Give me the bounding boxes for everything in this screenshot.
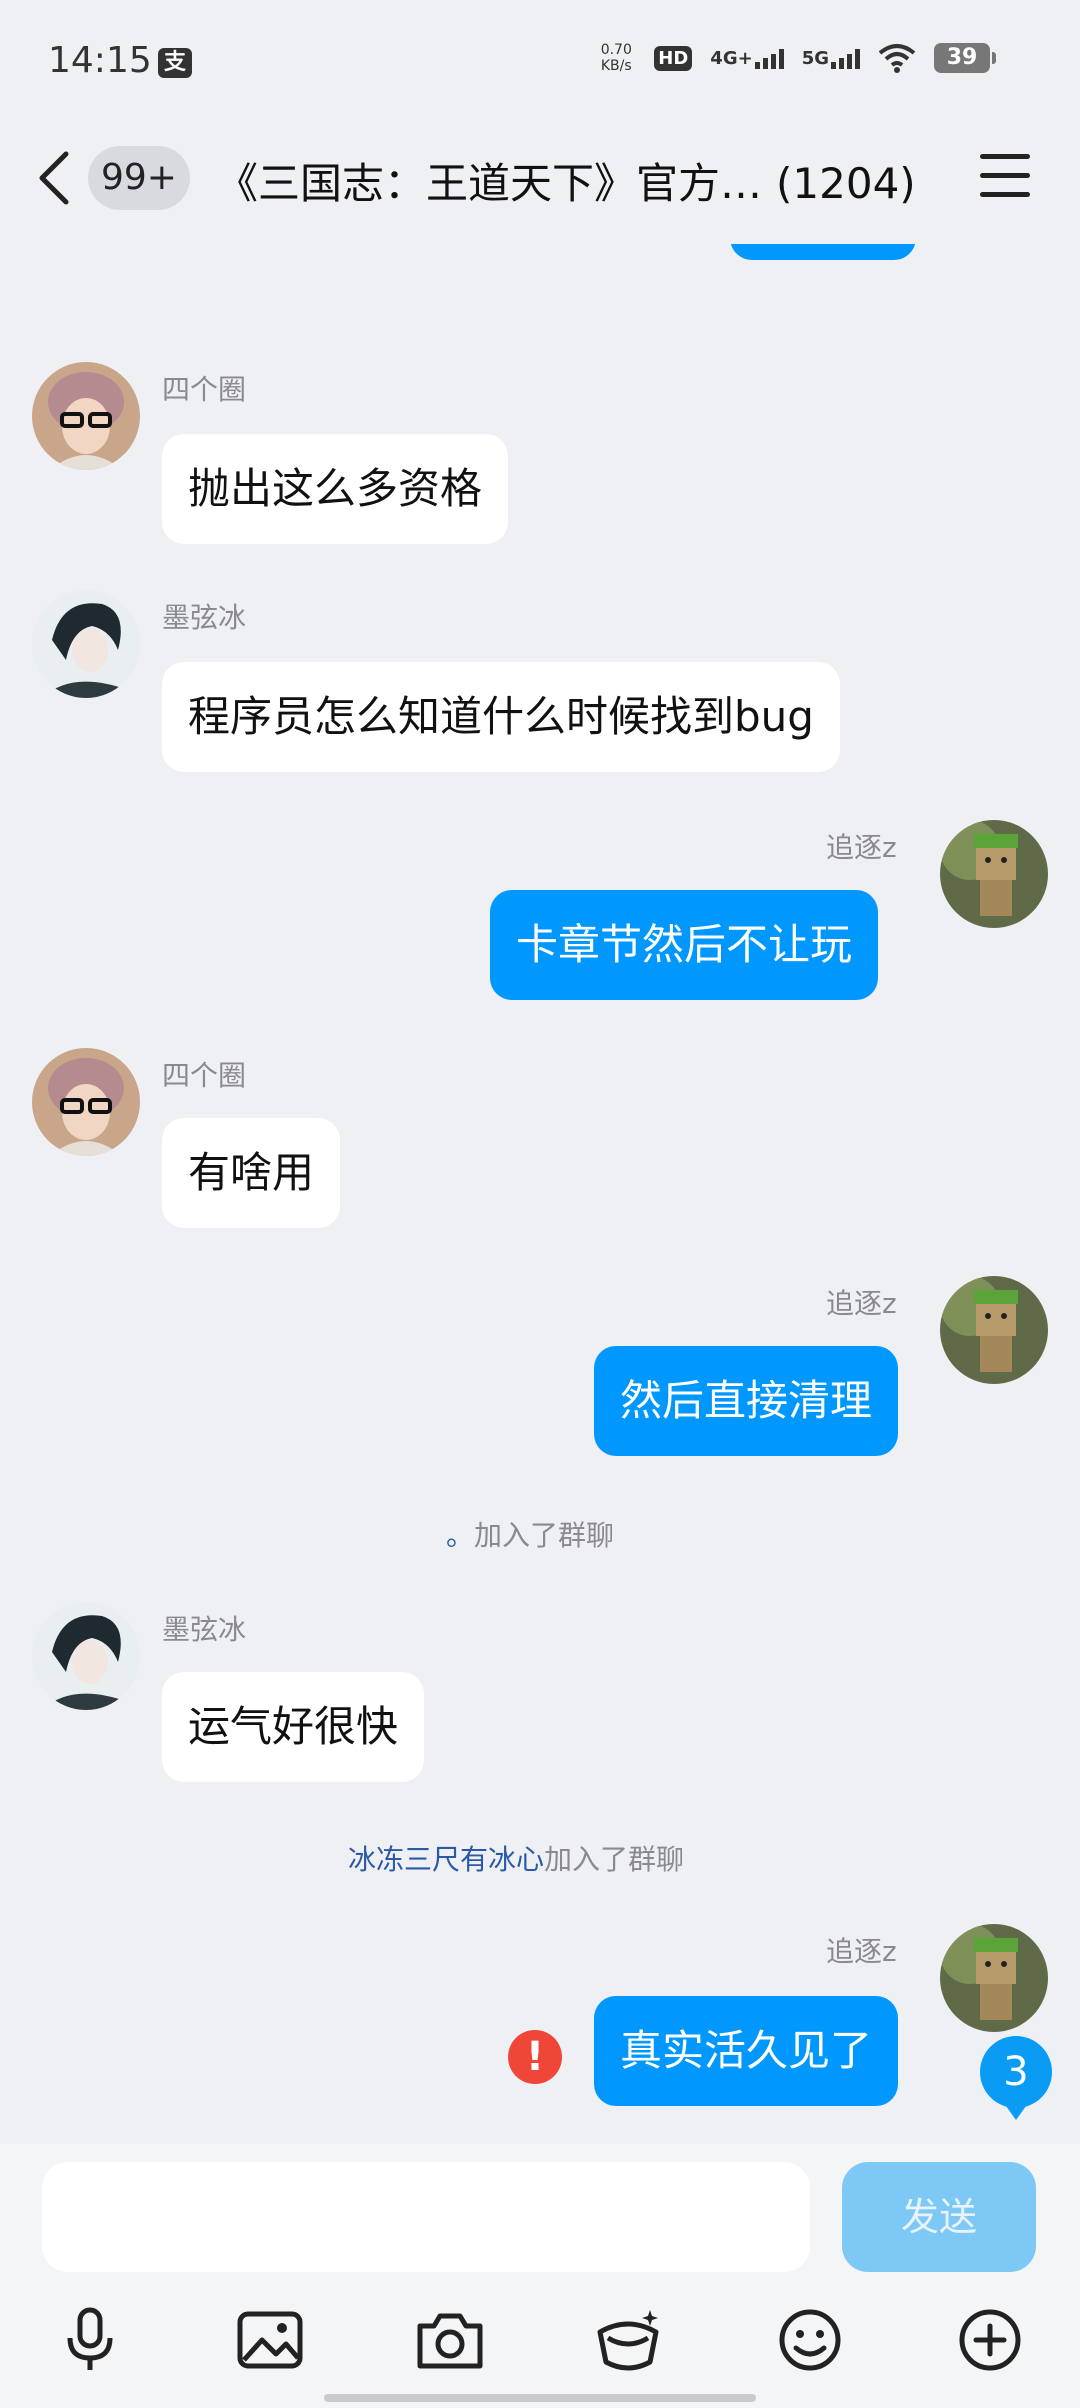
message-bubble[interactable]: 运气好很快	[162, 1672, 425, 1782]
new-messages-badge[interactable]: 3	[980, 2036, 1052, 2120]
avatar[interactable]	[32, 1602, 140, 1710]
send-failed-icon[interactable]: !	[508, 2030, 562, 2084]
group-title[interactable]: 《三国志：王道天下》官方… (1204)	[216, 150, 956, 211]
message-bubble[interactable]: 卡章节然后不让玩	[490, 890, 879, 1000]
avatar[interactable]	[940, 820, 1048, 928]
status-indicators: 0.70 KB/s HD 4G+ 5G 39	[596, 42, 996, 74]
joined-user-name[interactable]: 冰冻三尺有冰心	[348, 1843, 544, 1876]
message-list[interactable]: 66666 四个圈 抛出这么多资格 墨弦冰 程序员怎么知道什么时候找到bug 追…	[0, 188, 1080, 2144]
microphone-icon[interactable]	[54, 2304, 126, 2376]
system-join-notice: 冰冻三尺有冰心加入了群聊	[348, 1843, 685, 1876]
status-time: 14:15	[48, 40, 152, 81]
5g-signal-icon: 5G	[802, 47, 860, 69]
input-toolbar	[0, 2304, 1080, 2384]
back-icon[interactable]	[34, 148, 74, 208]
sender-name: 墨弦冰	[162, 1613, 247, 1646]
joined-user-name[interactable]: 。	[446, 1519, 474, 1552]
sender-name: 追逐z	[826, 831, 897, 864]
system-join-notice: 。加入了群聊	[446, 1519, 615, 1552]
lte-signal-icon: 4G+	[710, 47, 784, 69]
red-packet-icon[interactable]	[592, 2304, 664, 2376]
avatar[interactable]	[940, 1276, 1048, 1384]
message-bubble[interactable]: 程序员怎么知道什么时候找到bug	[162, 662, 840, 772]
member-count: (1204)	[776, 159, 916, 208]
wifi-icon	[878, 44, 916, 73]
sender-name: 四个圈	[162, 1059, 247, 1092]
plus-icon[interactable]	[954, 2304, 1026, 2376]
battery-icon: 39	[934, 43, 996, 73]
home-indicator[interactable]	[324, 2394, 756, 2402]
image-icon[interactable]	[234, 2304, 306, 2376]
alipay-notification-icon: 支	[158, 48, 192, 78]
sender-name: 追逐z	[826, 1287, 897, 1320]
avatar[interactable]	[32, 362, 140, 470]
send-button[interactable]: 发送	[842, 2162, 1036, 2272]
emoji-icon[interactable]	[774, 2304, 846, 2376]
sender-name: 四个圈	[162, 373, 247, 406]
unread-count-badge[interactable]: 99+	[88, 146, 190, 210]
chat-header: 99+ 《三国志：王道天下》官方… (1204)	[0, 100, 1080, 244]
network-speed: 0.70 KB/s	[600, 42, 632, 74]
avatar[interactable]	[32, 590, 140, 698]
message-bubble[interactable]: 抛出这么多资格	[162, 434, 509, 544]
hd-icon: HD	[654, 45, 693, 71]
sender-name: 追逐z	[826, 1935, 897, 1968]
menu-icon[interactable]	[980, 154, 1030, 198]
message-bubble[interactable]: 有啥用	[162, 1118, 341, 1228]
input-area: 发送	[0, 2144, 1080, 2408]
avatar[interactable]	[32, 1048, 140, 1156]
message-bubble[interactable]: 然后直接清理	[594, 1346, 899, 1456]
camera-icon[interactable]	[414, 2304, 486, 2376]
message-bubble[interactable]: 真实活久见了	[594, 1996, 899, 2106]
message-input[interactable]	[42, 2162, 810, 2272]
sender-name: 墨弦冰	[162, 601, 247, 634]
avatar[interactable]	[940, 1924, 1048, 2032]
